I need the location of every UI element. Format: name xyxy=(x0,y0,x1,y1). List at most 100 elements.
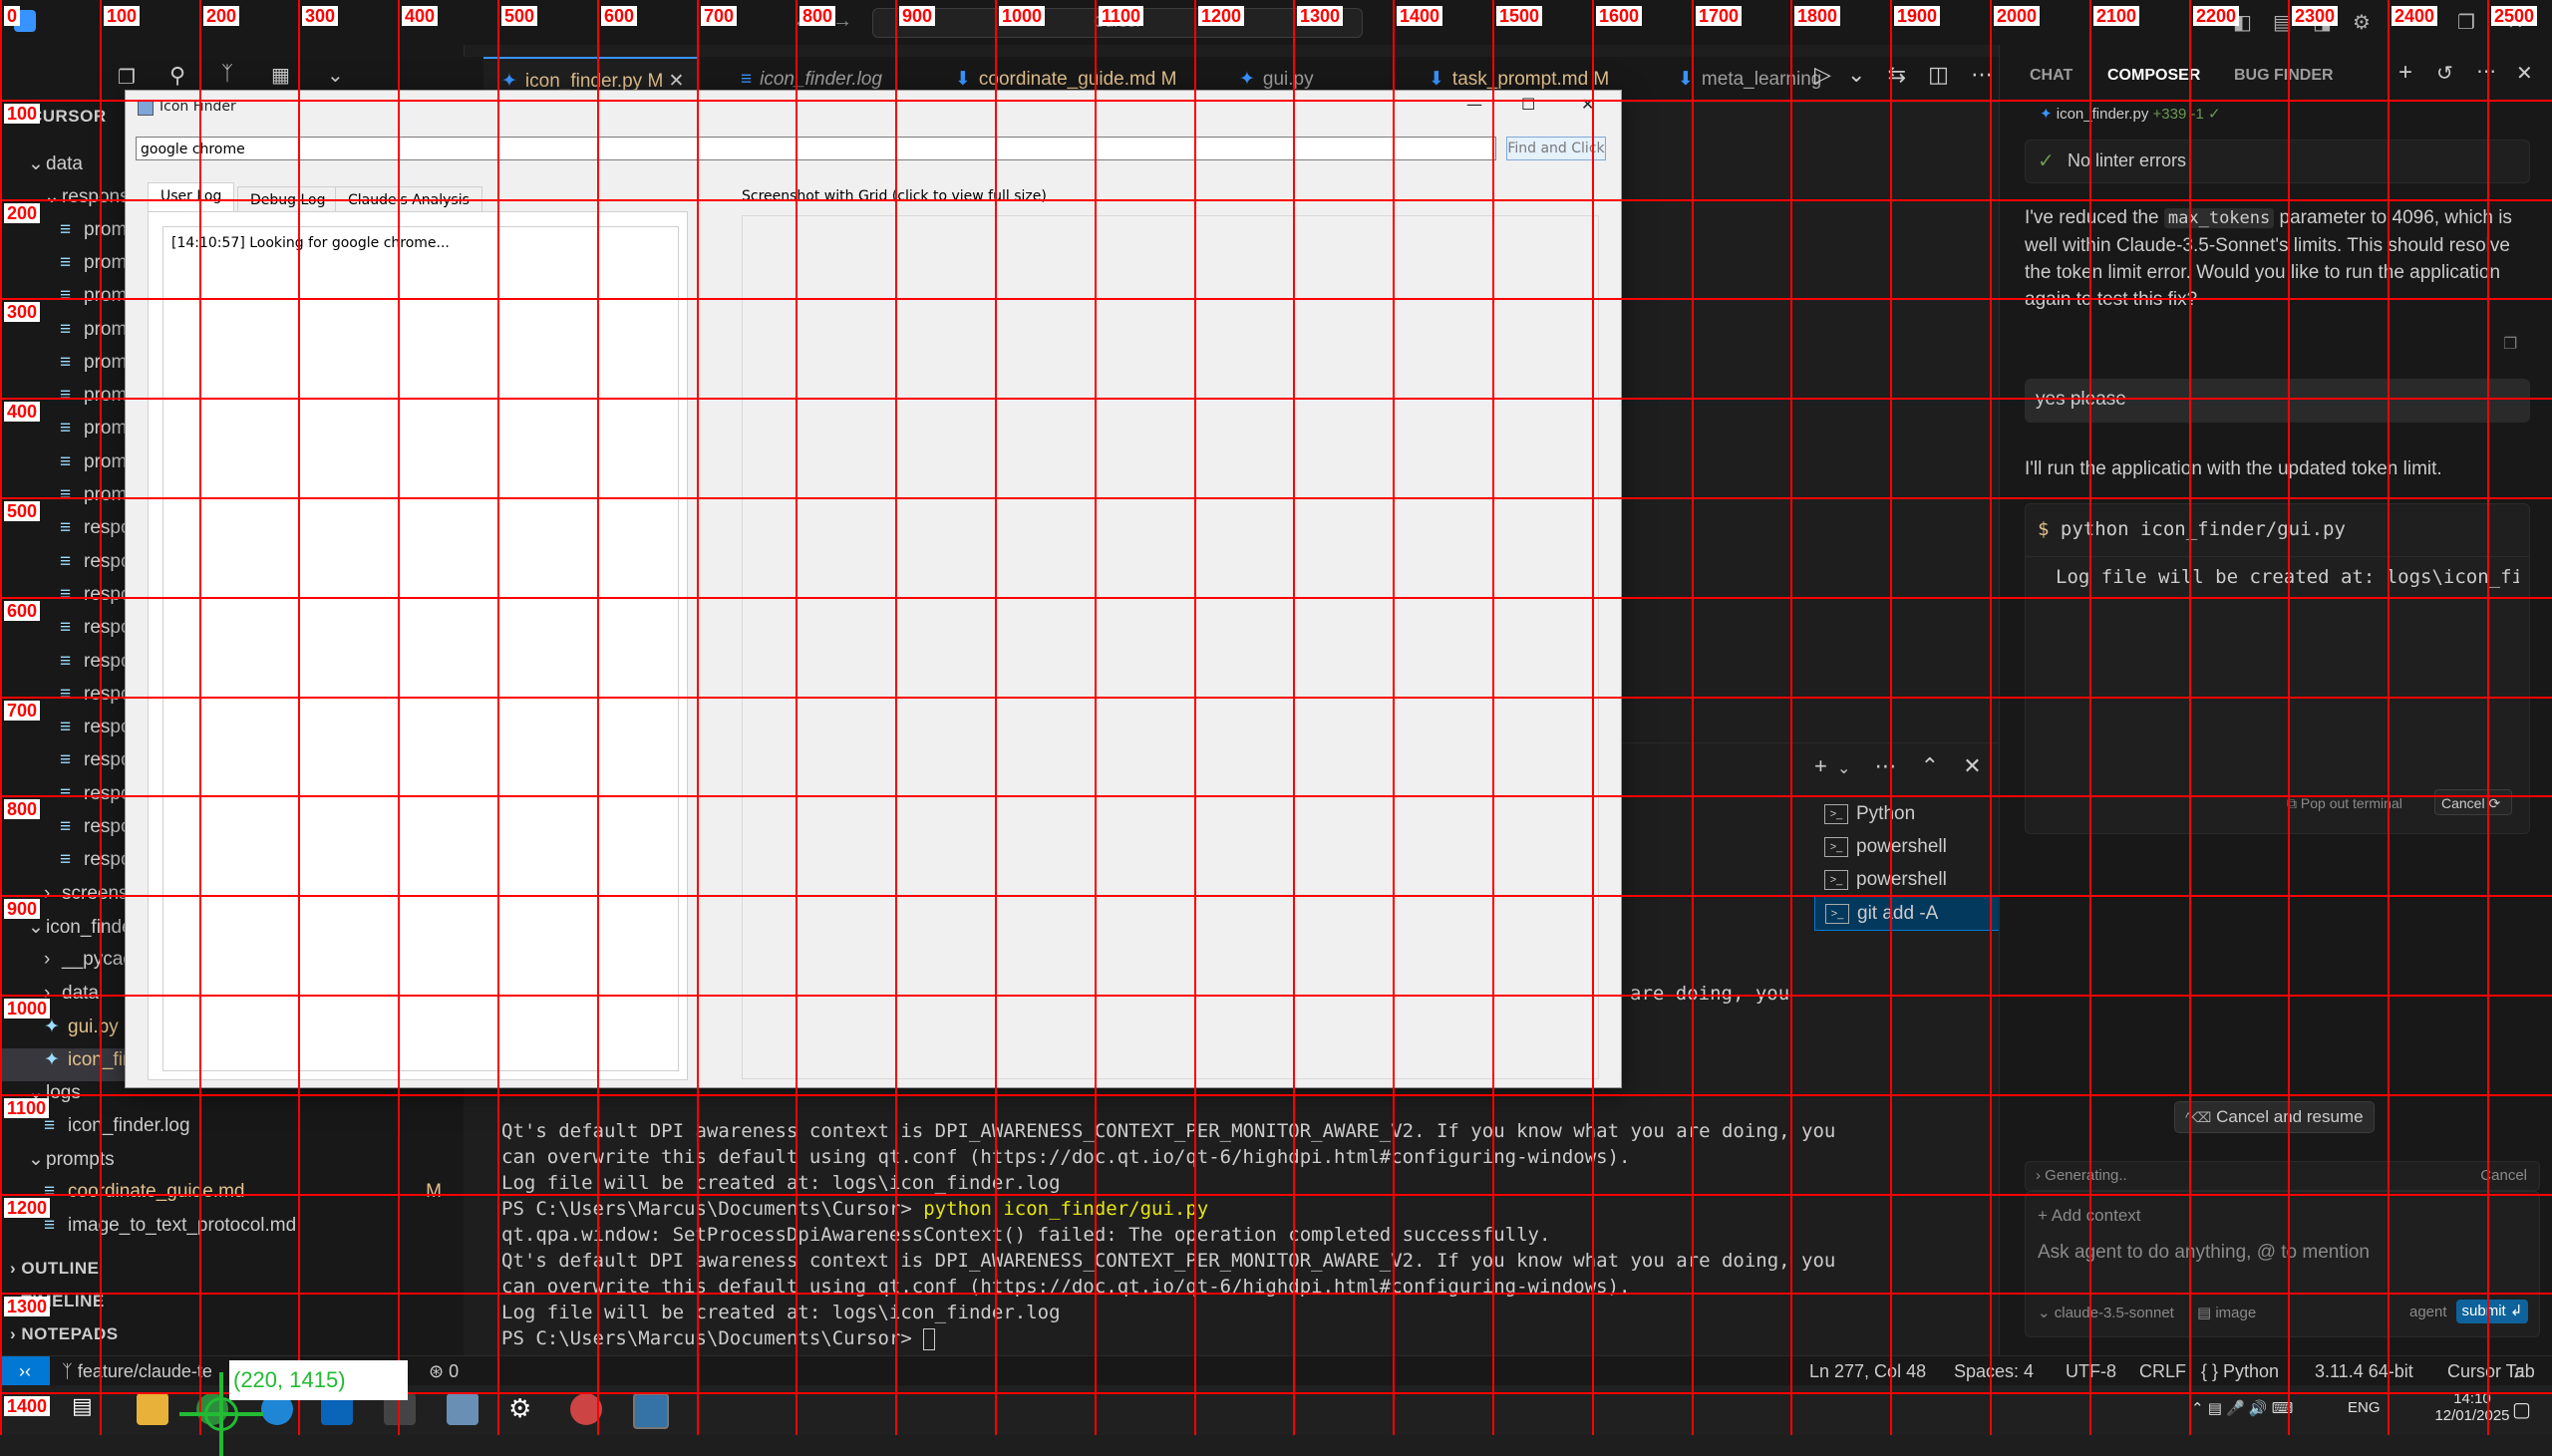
terminal-command: python icon_finder/gui.py xyxy=(923,1198,1209,1220)
sidebar-section-header[interactable]: › OUTLINE xyxy=(10,1259,100,1292)
log-text-area[interactable]: [14:10:57] Looking for google chrome... xyxy=(162,226,679,1071)
minimize-icon[interactable]: — xyxy=(1466,95,1482,114)
tab-bug-finder[interactable]: BUG FINDER xyxy=(2234,67,2334,85)
close-window-icon[interactable]: ✕ xyxy=(2507,10,2524,35)
line-ending[interactable]: CRLF xyxy=(2139,1361,2186,1382)
terminal-command-card: $ python icon_finder/gui.py Log file wil… xyxy=(2025,503,2530,834)
extensions-icon[interactable]: ▦ xyxy=(271,63,290,88)
tab-debug-log[interactable]: Debug Log xyxy=(237,186,339,213)
log-icon: ≡ xyxy=(741,69,753,90)
close-panel-icon[interactable]: ✕ xyxy=(2516,61,2533,86)
check-icon: ✓ xyxy=(2038,150,2055,172)
markdown-icon: ⬇ xyxy=(1678,69,1694,90)
tab-composer[interactable]: COMPOSER xyxy=(2107,67,2200,85)
notifications-icon[interactable]: ▢ xyxy=(2512,1397,2531,1422)
maximize-window-icon[interactable]: ❐ xyxy=(2457,10,2475,35)
more-actions-icon[interactable]: ⋯ xyxy=(1971,62,1993,87)
chevron-down-icon[interactable]: ⌄ xyxy=(1847,62,1865,87)
user-message[interactable]: yes please xyxy=(2025,379,2530,423)
settings-gear-icon[interactable]: ⚙ xyxy=(2353,10,2371,35)
close-icon[interactable]: ✕ xyxy=(1581,95,1594,114)
tab-chat[interactable]: CHAT xyxy=(2030,67,2073,85)
cursor-position[interactable]: Ln 277, Col 48 xyxy=(1809,1361,1926,1382)
search-input[interactable]: google chrome xyxy=(136,137,1496,160)
more-actions-icon[interactable]: ⋯ xyxy=(1875,753,1897,778)
ports-indicator[interactable]: ⊛ 0 xyxy=(429,1361,459,1382)
tab-label: coordinate_guide.md M xyxy=(978,69,1177,90)
new-terminal-icon[interactable]: + xyxy=(1814,753,1827,778)
forward-arrow-icon[interactable]: → xyxy=(832,10,852,33)
maximize-panel-icon[interactable]: ⌃ xyxy=(1921,753,1939,778)
close-tab-icon[interactable]: ✕ xyxy=(663,71,685,92)
add-context-button[interactable]: + Add context xyxy=(2038,1206,2141,1226)
explorer-root-header[interactable]: ⌄ CURSOR xyxy=(10,107,107,140)
python-interpreter[interactable]: 3.11.4 64-bit xyxy=(2315,1361,2413,1382)
compare-changes-icon[interactable]: ⇆ xyxy=(1888,62,1906,87)
explorer-files-icon[interactable]: ❐ xyxy=(118,65,136,90)
tab-user-log[interactable]: User Log xyxy=(148,182,235,213)
photos-icon[interactable] xyxy=(447,1393,478,1425)
toggle-sidebar-icon[interactable]: ◧ xyxy=(2233,10,2252,35)
composer-input-box[interactable]: + Add context Ask agent to do anything, … xyxy=(2025,1191,2540,1337)
generating-cancel-button[interactable]: Cancel xyxy=(2480,1162,2527,1190)
sidebar-section-header[interactable]: › NOTEPADS xyxy=(10,1324,119,1357)
back-arrow-icon[interactable]: ← xyxy=(793,10,812,33)
terminal-line-text: Qt's default DPI awareness context is DP… xyxy=(501,1250,1836,1272)
minimize-window-icon[interactable]: — xyxy=(2412,10,2432,33)
encoding[interactable]: UTF-8 xyxy=(2066,1361,2116,1382)
model-selector[interactable]: ⌄ claude-3.5-sonnet xyxy=(2038,1304,2174,1321)
command-line: $ python icon_finder/gui.py xyxy=(2038,518,2346,540)
terminal-instance[interactable]: >_ Python xyxy=(1814,797,1999,830)
screenshot-preview[interactable] xyxy=(742,215,1599,1079)
close-panel-icon[interactable]: ✕ xyxy=(1963,753,1981,778)
source-control-icon[interactable]: ᛉ xyxy=(221,63,233,86)
agent-mode-toggle[interactable]: agent xyxy=(2409,1304,2447,1320)
command-search-bar[interactable]: Cursor xyxy=(872,8,1363,38)
terminal-line-text: PS C:\Users\Marcus\Documents\Cursor> xyxy=(501,1327,924,1349)
terminal-instance[interactable]: >_ powershell xyxy=(1814,863,1999,896)
history-icon[interactable]: ↺ xyxy=(2436,61,2453,86)
task-view-icon[interactable]: ▤ xyxy=(72,1393,104,1425)
system-tray[interactable]: ⌃ ▤ 🎤 🔊 ⌨ xyxy=(2191,1399,2293,1417)
run-icon[interactable]: ▷ xyxy=(1814,62,1831,87)
image-button[interactable]: ▤ image xyxy=(2197,1304,2256,1321)
cancel-and-resume-button[interactable]: ^⌫ Cancel and resume xyxy=(2174,1101,2375,1133)
input-language[interactable]: ENG xyxy=(2348,1399,2381,1416)
find-and-click-button[interactable]: Find and Click xyxy=(1506,137,1606,160)
toggle-panel-icon[interactable]: ▤ xyxy=(2273,10,2292,35)
folder-item[interactable]: ⌄ prompts xyxy=(0,1148,464,1181)
file-item[interactable]: ≡ icon_finder.log xyxy=(0,1115,464,1148)
editor-tab[interactable]: ⬇ meta_learning xyxy=(1660,57,1835,102)
indentation[interactable]: Spaces: 4 xyxy=(1954,1361,2034,1382)
new-chat-icon[interactable]: + xyxy=(2398,59,2412,87)
submit-button[interactable]: submit ↲ xyxy=(2456,1300,2528,1323)
maximize-icon[interactable]: ☐ xyxy=(1521,95,1535,114)
terminal-instance[interactable]: >_ git add -A xyxy=(1814,896,2001,931)
remote-icon[interactable]: ›‹ xyxy=(0,1356,50,1386)
git-branch[interactable]: ᛉ feature/claude-te xyxy=(62,1361,212,1382)
file-chip[interactable]: ✦ icon_finder.py +339 -1 ✓ xyxy=(2040,105,2221,123)
more-actions-icon[interactable]: ⋯ xyxy=(2476,59,2496,84)
terminal-line: qt.qpa.window: SetProcessDpiAwarenessCon… xyxy=(501,1224,1550,1246)
search-icon[interactable]: ⚲ xyxy=(169,63,185,89)
language-mode[interactable]: { } Python xyxy=(2201,1361,2279,1382)
cancel-command-button[interactable]: Cancel ⟳ xyxy=(2434,789,2512,815)
terminal-instance[interactable]: >_ powershell xyxy=(1814,830,1999,863)
notifications-bell-icon[interactable]: ♫ xyxy=(2512,1361,2526,1382)
copy-icon[interactable]: ❐ xyxy=(2503,334,2517,354)
settings-gear-icon[interactable]: ⚙ xyxy=(508,1393,540,1425)
composer-input-placeholder[interactable]: Ask agent to do anything, @ to mention xyxy=(2038,1242,2370,1264)
app-icon[interactable] xyxy=(570,1393,602,1425)
chevron-down-icon[interactable]: ⌄ xyxy=(327,63,344,88)
file-item[interactable]: ≡ coordinate_guide.md M xyxy=(0,1181,464,1214)
python-app-icon[interactable] xyxy=(633,1393,669,1429)
file-item[interactable]: ≡ image_to_text_protocol.md xyxy=(0,1215,464,1248)
pop-out-terminal-button[interactable]: ⧉ Pop out terminal xyxy=(2287,795,2402,812)
chevron-down-icon[interactable]: ⌄ xyxy=(1837,760,1850,777)
toggle-secondary-sidebar-icon[interactable]: ◨ xyxy=(2313,10,2332,35)
split-editor-icon[interactable]: ◫ xyxy=(1928,62,1949,87)
sidebar-section-header[interactable]: › TIMELINE xyxy=(10,1292,105,1324)
clock[interactable]: 14:10 12/01/2025 xyxy=(2427,1390,2517,1424)
tab-claude-analysis[interactable]: Claude's Analysis xyxy=(335,186,482,213)
file-explorer-icon[interactable] xyxy=(137,1393,168,1425)
